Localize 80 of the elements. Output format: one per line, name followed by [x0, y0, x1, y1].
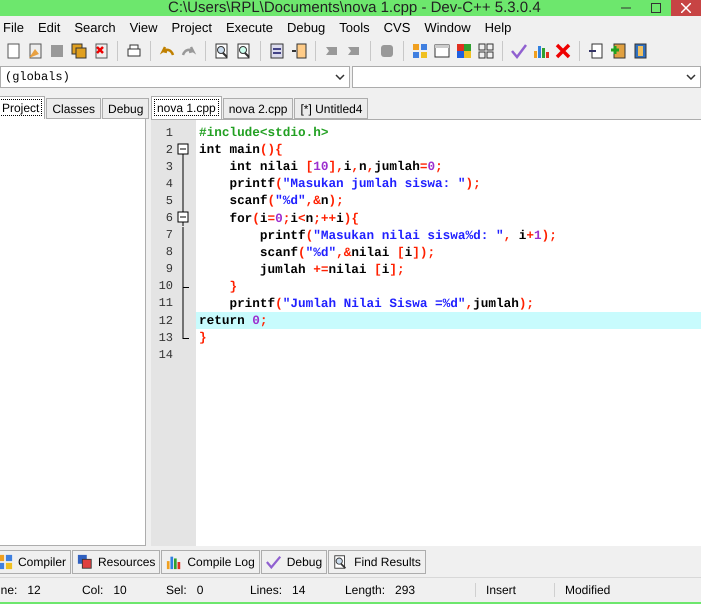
panel-tab[interactable]: Classes [46, 98, 102, 119]
fold-end-icon [182, 329, 189, 340]
file-tab[interactable]: nova 2.cpp [222, 98, 294, 119]
menu-item[interactable]: View [122, 20, 165, 34]
line-number: 8 [164, 245, 173, 260]
code-line: int nilai [10],i,n,jumlah=0; [228, 159, 443, 174]
line-number: 1 [164, 126, 173, 140]
modified-status: Modified [554, 583, 685, 597]
fold-marker-icon[interactable] [177, 209, 189, 226]
status-label: Lines: [250, 583, 282, 597]
menu-item[interactable]: File [0, 20, 31, 34]
file-tab[interactable]: nova 1.cpp [151, 96, 222, 119]
fold-end-icon [182, 278, 189, 295]
line-number: 13 [158, 330, 173, 345]
line-number: 7 [164, 228, 173, 242]
window-title: C:\Users\RPL\Documents\nova 1.cpp - Dev-C++ 5.3.0.4 [168, 0, 541, 16]
status-label: Sel: [166, 583, 187, 597]
line-number: 5 [164, 194, 173, 208]
chevron-icon [686, 74, 696, 80]
menu-item[interactable]: CVS [376, 20, 418, 34]
fold-marker-icon[interactable] [177, 141, 189, 158]
code-line: return 0; [199, 313, 268, 328]
close-icon[interactable] [554, 42, 572, 60]
line-number: 6 [164, 211, 173, 226]
status-value: 14 [292, 583, 306, 597]
status-value: 12 [27, 583, 41, 597]
line-number: 14 [158, 348, 173, 362]
chevron-icon [335, 74, 345, 80]
status-value: 293 [395, 583, 416, 597]
output-tab[interactable]: Compile Log [161, 550, 260, 574]
output-tab[interactable]: Resources [72, 550, 160, 574]
status-label: Length: [345, 583, 386, 597]
code-line: printf("Masukan nilai siswa%d: ", i+1); [258, 228, 557, 243]
code-line: jumlah +=nilai [i]; [258, 262, 405, 277]
insert-mode-status: Insert [475, 583, 554, 597]
menu-item[interactable]: Window [417, 20, 478, 34]
panel-tab[interactable]: Project [0, 96, 46, 119]
line-number: 10 [158, 279, 173, 294]
line-number: 9 [164, 262, 173, 276]
grid-icon[interactable] [0, 553, 13, 571]
close-button[interactable] [671, 0, 701, 16]
check-icon[interactable] [510, 42, 528, 60]
code-line: printf("Jumlah Nilai Siswa =%d",jumlah); [228, 296, 534, 311]
code-line: printf("Masukan jumlah siswa: "); [228, 176, 481, 192]
window-icon[interactable] [433, 42, 451, 60]
line-number: 11 [158, 296, 173, 310]
menu-item[interactable]: Project [164, 20, 219, 34]
open-file-icon[interactable] [26, 42, 44, 60]
add-file-icon[interactable] [609, 42, 627, 60]
code-line: scanf("%d",&n); [228, 193, 344, 208]
line-number: 3 [164, 160, 173, 174]
menu-item[interactable]: Search [67, 20, 123, 34]
code-line: for(i=0;i<n;++i){ [228, 210, 359, 226]
code-line: int main(){ [199, 142, 283, 158]
code-line: scanf("%d",&nilai [i]); [258, 244, 436, 260]
status-value: 10 [113, 583, 127, 597]
windows-icon[interactable] [77, 553, 94, 571]
panel-tab[interactable]: Debug [102, 98, 150, 119]
line-number: 4 [164, 176, 173, 191]
line-number: 12 [158, 314, 173, 328]
output-tab[interactable]: Debug [260, 550, 328, 574]
menu-item[interactable]: Execute [218, 20, 280, 34]
menu-item[interactable]: Edit [30, 20, 68, 34]
output-tab[interactable]: Find Results [328, 550, 426, 574]
menu-item[interactable]: Tools [332, 20, 377, 34]
menu-item[interactable]: Help [478, 20, 518, 34]
menu-item[interactable]: Debug [280, 20, 332, 34]
file-tab[interactable]: [*] Untitled4 [294, 98, 368, 119]
save-all-icon[interactable] [70, 42, 88, 60]
status-value: 0 [196, 583, 204, 597]
status-label: Col: [82, 583, 104, 597]
status-label: ine: [0, 583, 18, 597]
maximize-icon[interactable] [651, 3, 661, 13]
code-line: #include<stdio.h> [199, 125, 328, 140]
line-number: 2 [164, 142, 173, 157]
check-icon[interactable] [266, 553, 282, 571]
code-line: } [199, 330, 207, 346]
output-tab[interactable]: Compiler [0, 550, 72, 574]
code-line: } [228, 278, 238, 294]
scope-dropdown[interactable]: (globals) [0, 66, 350, 88]
